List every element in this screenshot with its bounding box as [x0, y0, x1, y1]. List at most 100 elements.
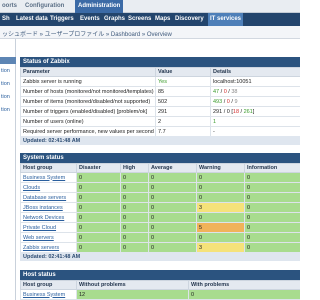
- sidebar-item[interactable]: tion: [1, 107, 10, 113]
- disaster-cell: 0: [76, 192, 121, 203]
- system-status-table: Host group Disaster High Average Warning…: [20, 163, 300, 253]
- menu-item-maps[interactable]: Maps: [155, 16, 170, 22]
- information-cell: 0: [244, 222, 300, 233]
- table-row: Number of items (monitored/disabled/not …: [20, 96, 300, 107]
- system-status-title[interactable]: System status: [20, 153, 300, 163]
- average-cell: 0: [148, 242, 197, 253]
- column-header-warning: Warning: [196, 163, 245, 173]
- details-cell: 1: [210, 116, 300, 127]
- column-header-average: Average: [148, 163, 197, 173]
- status-of-zabbix-title[interactable]: Status of Zabbix: [20, 57, 300, 67]
- top-tab-administration[interactable]: Administration: [75, 0, 124, 13]
- host-group-link[interactable]: Clouds: [23, 185, 40, 191]
- warning-cell: 0: [196, 212, 245, 223]
- information-cell: 0: [244, 202, 300, 213]
- status-of-zabbix-panel: Status of Zabbix Parameter Value Details…: [20, 57, 300, 145]
- details-cell: 291 / 0 [18 / 261]: [210, 106, 300, 117]
- table-row: Database servers 0 0 0 0 0: [20, 192, 300, 203]
- menu-item-it-services[interactable]: IT services: [208, 13, 244, 26]
- menu-item-screens[interactable]: Screens: [128, 16, 151, 22]
- param-cell: Required server performance, new values …: [20, 126, 156, 137]
- host-group-link[interactable]: Business System: [23, 175, 65, 181]
- information-cell: 0: [244, 172, 300, 183]
- column-header-information: Information: [244, 163, 300, 173]
- table-row: Clouds 0 0 0 0 0: [20, 182, 300, 193]
- value-cell: 502: [155, 96, 211, 107]
- menu-item-dashboard[interactable]: Sh: [2, 16, 10, 22]
- disaster-cell: 0: [76, 212, 121, 223]
- host-status-table: Host group Without problems With problem…: [20, 280, 300, 300]
- with-problems-cell: 0: [188, 289, 300, 300]
- top-navigation: oorts Configuration Administration: [0, 0, 300, 13]
- high-cell: 0: [120, 192, 149, 203]
- menu-item-triggers[interactable]: Triggers: [50, 16, 74, 22]
- menu-item-events[interactable]: Events: [80, 16, 100, 22]
- disaster-cell: 0: [76, 242, 121, 253]
- menu-item-graphs[interactable]: Graphs: [104, 16, 125, 22]
- high-cell: 0: [120, 232, 149, 243]
- column-header-parameter: Parameter: [20, 67, 156, 77]
- top-tab-configuration[interactable]: Configuration: [25, 3, 64, 9]
- host-status-title[interactable]: Host status: [20, 270, 300, 280]
- table-row: Number of hosts (monitored/not monitored…: [20, 86, 300, 97]
- without-problems-cell: 12: [76, 289, 189, 300]
- high-cell: 0: [120, 242, 149, 253]
- param-cell: Number of users (online): [20, 116, 156, 127]
- param-cell: Number of hosts (monitored/not monitored…: [20, 86, 156, 97]
- average-cell: 0: [148, 222, 197, 233]
- table-row: Private Cloud 0 0 0 5 0: [20, 222, 300, 233]
- menu-item-latest-data[interactable]: Latest data: [16, 16, 48, 22]
- details-cell: 47 / 0 / 38: [210, 86, 300, 97]
- zabbix-dashboard: oorts Configuration Administration Sh La…: [0, 0, 300, 300]
- warning-cell[interactable]: 3: [196, 202, 245, 213]
- information-cell: 0: [244, 212, 300, 223]
- left-sidebar: tion tion tion tion: [0, 39, 16, 300]
- details-cell: -: [210, 126, 300, 137]
- host-group-link[interactable]: Database servers: [23, 195, 66, 201]
- breadcrumb-path[interactable]: ッシュボード » ユーザープロファイル » Dashboard » Overvi…: [2, 29, 172, 38]
- disaster-cell: 0: [76, 222, 121, 233]
- detail-separator: ]: [252, 108, 255, 115]
- warning-cell[interactable]: 3: [196, 242, 245, 253]
- disaster-cell: 0: [76, 232, 121, 243]
- details-cell: 493 / 0 / 9: [210, 96, 300, 107]
- table-row: JBoss instances 0 0 0 3 0: [20, 202, 300, 213]
- warning-cell: 0: [196, 182, 245, 193]
- table-row: Number of users (online) 2 1: [20, 116, 300, 127]
- average-cell: 0: [148, 232, 197, 243]
- host-group-link[interactable]: Network Devices: [23, 215, 64, 221]
- value-cell: 85: [155, 86, 211, 97]
- sidebar-item[interactable]: tion: [1, 81, 10, 87]
- information-cell: 0: [244, 182, 300, 193]
- value-cell: 7.7: [155, 126, 211, 137]
- high-cell: 0: [120, 202, 149, 213]
- average-cell: 0: [148, 172, 197, 183]
- table-row: Number of triggers (enabled/disabled) [p…: [20, 106, 300, 117]
- information-cell: 0: [244, 242, 300, 253]
- column-header-host-group: Host group: [20, 280, 77, 290]
- column-header-value: Value: [155, 67, 211, 77]
- top-tab-reports[interactable]: oorts: [2, 3, 17, 9]
- host-group-link[interactable]: Zabbix servers: [23, 245, 59, 251]
- host-group-link[interactable]: Business System: [23, 292, 65, 298]
- detail-ok: 261: [243, 108, 253, 115]
- disaster-cell: 0: [76, 202, 121, 213]
- host-group-link[interactable]: Web servers: [23, 235, 54, 241]
- warning-cell[interactable]: 5: [196, 222, 245, 233]
- disaster-cell: 0: [76, 172, 121, 183]
- system-status-panel: System status Host group Disaster High A…: [20, 153, 300, 263]
- sidebar-item[interactable]: tion: [1, 68, 10, 74]
- details-cell: localhost:10051: [210, 76, 300, 87]
- column-header-with-problems: With problems: [188, 280, 300, 290]
- warning-cell: 0: [196, 192, 245, 203]
- host-group-link[interactable]: Private Cloud: [23, 225, 56, 231]
- host-group-link[interactable]: JBoss instances: [23, 205, 63, 211]
- sidebar-item[interactable]: tion: [1, 94, 10, 100]
- detail-enabled: 291: [213, 108, 223, 115]
- average-cell: 0: [148, 182, 197, 193]
- warning-cell: 0: [196, 172, 245, 183]
- high-cell: 0: [120, 182, 149, 193]
- menu-item-discovery[interactable]: Discovery: [175, 16, 204, 22]
- main-menu: Sh Latest data Triggers Events Graphs Sc…: [0, 13, 300, 26]
- column-header-host-group: Host group: [20, 163, 77, 173]
